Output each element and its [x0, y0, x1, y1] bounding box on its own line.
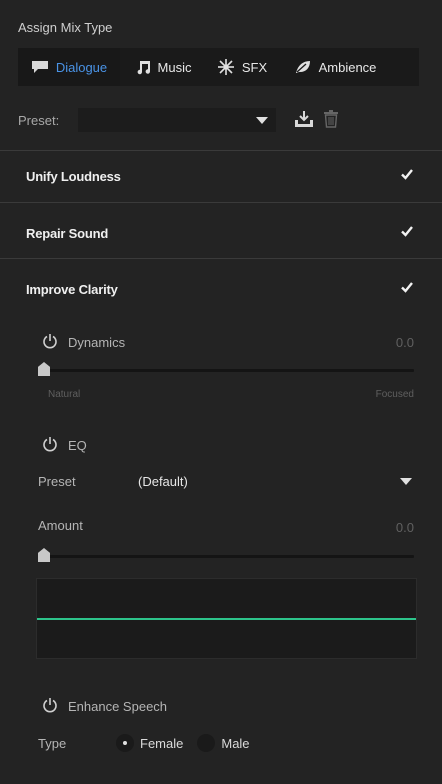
- slider-track: [38, 555, 414, 558]
- tab-ambience-label: Ambience: [318, 59, 377, 75]
- radio-male[interactable]: Male: [197, 734, 250, 752]
- leaf-icon: [294, 59, 312, 75]
- tab-music-label: Music: [157, 59, 192, 75]
- eq-row: EQ: [42, 436, 87, 455]
- save-preset-icon[interactable]: [294, 110, 314, 131]
- preset-row: Preset:: [18, 108, 338, 132]
- eq-amount-label: Amount: [38, 518, 83, 533]
- improve-clarity-label: Improve Clarity: [26, 281, 118, 297]
- dynamics-row: Dynamics: [42, 333, 125, 352]
- dynamics-min-label: Natural: [48, 389, 81, 400]
- preset-dropdown[interactable]: [78, 108, 276, 132]
- divider: [0, 202, 442, 203]
- eq-preset-value: (Default): [138, 474, 188, 489]
- radio-female[interactable]: Female: [116, 734, 183, 752]
- chevron-down-icon: [400, 478, 412, 485]
- eq-amount-value: 0.0: [395, 520, 414, 535]
- unify-loudness-section[interactable]: Unify Loudness: [0, 151, 442, 201]
- eq-power-icon[interactable]: [42, 436, 58, 455]
- eq-label: EQ: [68, 438, 87, 453]
- tab-dialogue[interactable]: Dialogue: [18, 48, 120, 86]
- radio-male-label: Male: [221, 735, 250, 751]
- improve-clarity-checkbox[interactable]: [400, 280, 414, 297]
- dynamics-power-icon[interactable]: [42, 333, 58, 352]
- radio-male-indicator: [197, 734, 216, 752]
- repair-sound-checkbox[interactable]: [400, 224, 414, 241]
- assign-mix-type-header: Assign Mix Type: [18, 20, 113, 35]
- dynamics-label: Dynamics: [68, 335, 126, 350]
- radio-female-label: Female: [140, 735, 184, 751]
- dynamics-slider[interactable]: [38, 362, 414, 378]
- slider-thumb[interactable]: [38, 362, 50, 376]
- mix-type-tabs: Dialogue Music SFX Ambience: [18, 48, 419, 86]
- chevron-down-icon: [256, 117, 268, 124]
- essential-sound-panel: Assign Mix Type Dialogue Music SFX Ambie…: [0, 0, 442, 784]
- unify-loudness-label: Unify Loudness: [26, 168, 121, 184]
- burst-icon: [217, 58, 235, 76]
- preset-actions: [294, 110, 338, 131]
- eq-preset-label: Preset: [38, 474, 76, 489]
- tab-ambience[interactable]: Ambience: [278, 48, 392, 86]
- preset-label: Preset:: [18, 112, 60, 128]
- music-note-icon: [135, 59, 151, 75]
- eq-preset-dropdown[interactable]: (Default): [130, 470, 418, 492]
- eq-graph: [36, 578, 417, 659]
- speech-type-label: Type: [38, 735, 67, 751]
- improve-clarity-section[interactable]: Improve Clarity: [0, 264, 442, 314]
- tab-music[interactable]: Music: [120, 48, 206, 86]
- repair-sound-label: Repair Sound: [26, 225, 109, 241]
- tab-sfx[interactable]: SFX: [206, 48, 278, 86]
- tab-dialogue-label: Dialogue: [55, 59, 108, 75]
- eq-amount-slider[interactable]: [38, 548, 414, 564]
- repair-sound-section[interactable]: Repair Sound: [0, 208, 442, 258]
- speech-bubble-icon: [31, 60, 49, 74]
- enhance-speech-row: Enhance Speech: [42, 697, 167, 716]
- eq-curve: [37, 618, 416, 620]
- slider-track: [38, 369, 414, 372]
- speech-type-row: Type Female Male: [38, 734, 250, 752]
- dynamics-value: 0.0: [395, 335, 414, 350]
- dynamics-max-label: Focused: [375, 389, 414, 400]
- unify-loudness-checkbox[interactable]: [400, 167, 414, 184]
- enhance-speech-label: Enhance Speech: [68, 699, 168, 714]
- tab-sfx-label: SFX: [241, 59, 268, 75]
- divider: [0, 258, 442, 259]
- slider-thumb[interactable]: [38, 548, 50, 562]
- radio-female-indicator: [116, 734, 134, 752]
- enhance-speech-power-icon[interactable]: [42, 697, 58, 716]
- delete-preset-icon[interactable]: [324, 110, 338, 131]
